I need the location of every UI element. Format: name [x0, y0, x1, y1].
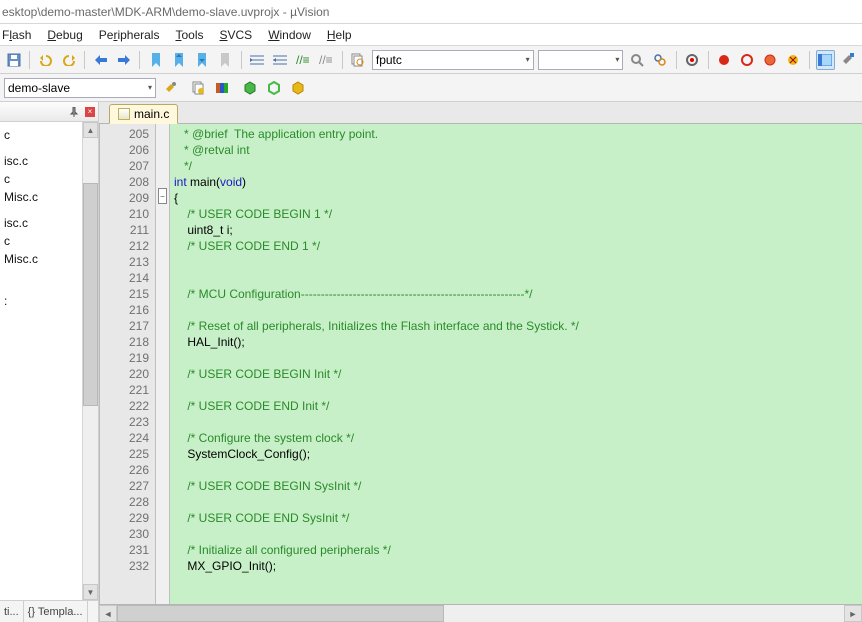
sidebar-tab-1[interactable]: ti...: [0, 601, 24, 622]
pack-installer-icon[interactable]: [288, 78, 308, 98]
breakpoint-enable-icon[interactable]: [738, 50, 757, 70]
menu-help[interactable]: Help: [327, 28, 352, 42]
sidebar-tab-templates[interactable]: {} Templa...: [24, 601, 88, 622]
configure-icon[interactable]: [839, 50, 858, 70]
file-tab-strip: main.c: [99, 102, 862, 124]
svg-text://≡: //≡: [319, 54, 333, 66]
sidebar-close-icon[interactable]: ×: [82, 105, 98, 119]
editor-area: main.c 205206207208209210211212213214215…: [99, 102, 862, 622]
bookmark-prev-icon[interactable]: [169, 50, 188, 70]
window-layout-icon[interactable]: [816, 50, 835, 70]
breakpoint-kill-icon[interactable]: [784, 50, 803, 70]
file-tab-main-c[interactable]: main.c: [109, 104, 178, 124]
outdent-icon[interactable]: [271, 50, 290, 70]
main-toolbar: //≡ //≡ fputc▾ ▾: [0, 46, 862, 74]
code-editor[interactable]: 2052062072082092102112122132142152162172…: [99, 124, 862, 604]
nav-fwd-icon[interactable]: [114, 50, 133, 70]
redo-icon[interactable]: [59, 50, 78, 70]
find-combo2[interactable]: ▾: [538, 50, 624, 70]
find-files-icon[interactable]: [349, 50, 368, 70]
breakpoint-insert-icon[interactable]: [715, 50, 734, 70]
select-packs-icon[interactable]: [264, 78, 284, 98]
save-icon[interactable]: [4, 50, 23, 70]
menu-tools[interactable]: Tools: [175, 28, 203, 42]
undo-icon[interactable]: [36, 50, 55, 70]
menu-debug[interactable]: Debug: [47, 28, 82, 42]
indent-icon[interactable]: [248, 50, 267, 70]
manage-rte-icon[interactable]: [240, 78, 260, 98]
sidebar-pin-icon[interactable]: [66, 105, 82, 119]
sidebar-header: ×: [0, 102, 98, 122]
svg-text://≡: //≡: [296, 54, 310, 66]
find-icon[interactable]: [627, 50, 646, 70]
sidebar-vscroll[interactable]: ▲ ▼: [82, 122, 98, 600]
bookmark-next-icon[interactable]: [192, 50, 211, 70]
breakpoint-disable-icon[interactable]: [761, 50, 780, 70]
nav-back-icon[interactable]: [91, 50, 110, 70]
c-file-icon: [118, 108, 130, 120]
menu-flash[interactable]: Flash: [2, 28, 31, 42]
file-tab-label: main.c: [134, 107, 169, 121]
project-sidebar: × cisc.ccMisc.cisc.ccMisc.c: ▲ ▼ ti... {…: [0, 102, 99, 622]
editor-hscroll[interactable]: ◄ ►: [99, 604, 862, 622]
debug-icon[interactable]: [683, 50, 702, 70]
menu-window[interactable]: Window: [268, 28, 311, 42]
options-icon[interactable]: [160, 78, 180, 98]
incremental-find-icon[interactable]: [650, 50, 669, 70]
window-title: esktop\demo-master\MDK-ARM\demo-slave.uv…: [0, 0, 862, 24]
bookmark-clear-icon[interactable]: [215, 50, 234, 70]
bookmark-toggle-icon[interactable]: [146, 50, 165, 70]
books-icon[interactable]: [212, 78, 232, 98]
code-text[interactable]: * @brief The application entry point. * …: [170, 124, 862, 604]
sidebar-tabs: ti... {} Templa...: [0, 600, 98, 622]
fold-margin[interactable]: −: [156, 124, 170, 604]
build-toolbar: demo-slave▾: [0, 74, 862, 102]
comment-icon[interactable]: //≡: [294, 50, 313, 70]
menu-svcs[interactable]: SVCS: [219, 28, 252, 42]
menu-bar: Flash Debug Peripherals Tools SVCS Windo…: [0, 24, 862, 46]
uncomment-icon[interactable]: //≡: [317, 50, 336, 70]
file-ext-icon[interactable]: [188, 78, 208, 98]
menu-peripherals[interactable]: Peripherals: [99, 28, 160, 42]
target-combo[interactable]: demo-slave▾: [4, 78, 156, 98]
find-combo[interactable]: fputc▾: [372, 50, 534, 70]
title-text: esktop\demo-master\MDK-ARM\demo-slave.uv…: [2, 5, 329, 19]
line-gutter: 2052062072082092102112122132142152162172…: [100, 124, 156, 604]
